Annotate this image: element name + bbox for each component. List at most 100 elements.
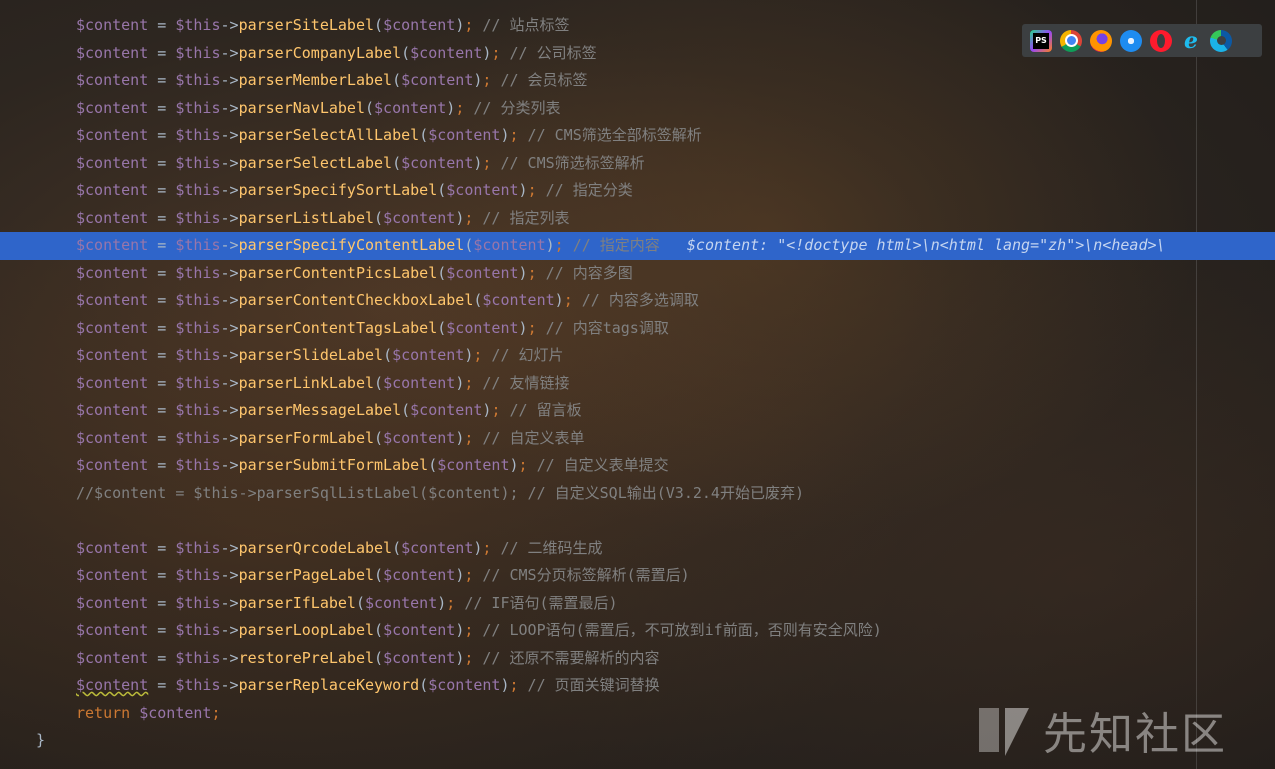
code-comment: // 二维码生成: [491, 538, 603, 557]
code-line[interactable]: $content = $this->parserFormLabel($conte…: [0, 425, 1275, 453]
method-call: parserSubmitFormLabel: [238, 456, 429, 474]
code-line[interactable]: $content = $this->parserMemberLabel($con…: [0, 67, 1275, 95]
code-line[interactable]: $content = $this->parserListLabel($conte…: [0, 205, 1275, 233]
code-comment: // 内容多图: [536, 263, 633, 282]
code-line[interactable]: [0, 507, 1275, 535]
this-token: $this: [175, 566, 221, 584]
xianzhi-logo-icon: [979, 708, 1029, 756]
opera-icon[interactable]: [1150, 29, 1172, 52]
code-comment: // 内容tags调取: [536, 318, 669, 337]
this-token: $this: [175, 593, 221, 612]
this-token: $this: [175, 648, 221, 667]
variable-token: $content: [76, 126, 149, 144]
this-token: $this: [175, 181, 221, 199]
debug-inline-value: $content: "<!doctype html>\n<html lang="…: [659, 236, 1166, 254]
method-call: parserMessageLabel: [238, 401, 402, 419]
this-token: $this: [175, 236, 221, 254]
code-line[interactable]: $content = $this->parserSelectAllLabel($…: [0, 122, 1275, 150]
code-line[interactable]: //$content = $this->parserSqlListLabel($…: [0, 480, 1275, 508]
edge-icon[interactable]: [1210, 29, 1232, 52]
variable-token: $content: [76, 98, 149, 117]
this-token: $this: [175, 401, 221, 419]
code-comment: // 页面关键词替换: [518, 676, 660, 694]
code-line[interactable]: $content = $this->parserNavLabel($conten…: [0, 95, 1275, 123]
this-token: $this: [175, 676, 221, 694]
code-line[interactable]: $content = $this->parserPageLabel($conte…: [0, 562, 1275, 590]
variable-token: $content: [76, 181, 149, 199]
firefox-icon[interactable]: [1090, 29, 1112, 52]
code-comment: // 内容多选调取: [572, 291, 699, 309]
code-line[interactable]: $content = $this->parserMessageLabel($co…: [0, 397, 1275, 425]
ie-icon[interactable]: e: [1180, 28, 1202, 54]
phpstorm-icon[interactable]: PS: [1030, 29, 1052, 52]
method-call: parserContentCheckboxLabel: [238, 291, 474, 309]
variable-token: $content: [76, 373, 149, 392]
code-comment: // 指定分类: [536, 181, 633, 199]
argument-token: $content: [401, 538, 474, 557]
variable-token: $content: [76, 538, 149, 557]
argument-token: $content: [383, 566, 456, 584]
argument-token: $content: [446, 318, 519, 337]
argument-token: $content: [401, 153, 474, 172]
variable-token: $content: [76, 263, 149, 282]
chrome-icon[interactable]: [1060, 29, 1082, 52]
argument-token: $content: [446, 263, 519, 282]
code-editor[interactable]: $content = $this->parserSiteLabel($conte…: [0, 12, 1275, 755]
variable-token: $content: [76, 236, 149, 254]
code-comment: // 自定义表单提交: [527, 456, 669, 474]
open-in-browser-toolbar: PS e: [1022, 24, 1262, 57]
variable-token: $content: [76, 153, 149, 172]
code-line[interactable]: $content = $this->parserIfLabel($content…: [0, 590, 1275, 618]
variable-token: $content: [76, 621, 149, 639]
code-line[interactable]: $content = $this->parserContentPicsLabel…: [0, 260, 1275, 288]
method-call: parserSiteLabel: [238, 16, 375, 34]
code-line[interactable]: $content = $this->parserSlideLabel($cont…: [0, 342, 1275, 370]
argument-token: $content: [410, 401, 483, 419]
this-token: $this: [175, 71, 221, 89]
code-comment: // 友情链接: [473, 373, 570, 392]
this-token: $this: [175, 43, 221, 62]
variable-token: $content: [76, 428, 149, 447]
variable-token: $content: [76, 208, 149, 227]
argument-token: $content: [482, 291, 555, 309]
code-line[interactable]: $content = $this->parserSelectLabel($con…: [0, 150, 1275, 178]
method-call: parserQrcodeLabel: [238, 538, 393, 557]
code-line[interactable]: $content = $this->parserSubmitFormLabel(…: [0, 452, 1275, 480]
this-token: $this: [175, 538, 221, 557]
this-token: $this: [175, 373, 221, 392]
code-comment: // 公司标签: [500, 43, 597, 62]
return-keyword: return: [76, 703, 131, 722]
method-call: parserSpecifySortLabel: [238, 181, 438, 199]
code-comment: // LOOP语句(需置后，不可放到if前面，否则有安全风险): [473, 621, 882, 639]
variable-token: $content: [76, 676, 149, 694]
variable-token: $content: [76, 593, 149, 612]
method-call: parserSlideLabel: [238, 346, 384, 364]
code-comment: // 还原不需要解析的内容: [473, 648, 660, 667]
code-line[interactable]: $content = $this->parserSpecifyContentLa…: [0, 232, 1275, 260]
this-token: $this: [175, 428, 221, 447]
this-token: $this: [175, 291, 221, 309]
method-call: parserCompanyLabel: [238, 43, 402, 62]
variable-token: $content: [76, 346, 149, 364]
code-line[interactable]: $content = $this->parserLoopLabel($conte…: [0, 617, 1275, 645]
code-line[interactable]: $content = $this->parserReplaceKeyword($…: [0, 672, 1275, 700]
variable-token: $content: [76, 291, 149, 309]
code-line[interactable]: $content = $this->parserSpecifySortLabel…: [0, 177, 1275, 205]
method-call: parserSelectAllLabel: [238, 126, 420, 144]
code-line[interactable]: $content = $this->parserQrcodeLabel($con…: [0, 535, 1275, 563]
code-comment: // IF语句(需置最后): [455, 593, 618, 612]
code-comment: // 留言板: [500, 401, 582, 419]
code-line[interactable]: $content = $this->parserContentTagsLabel…: [0, 315, 1275, 343]
variable-token: $content: [139, 703, 212, 722]
this-token: $this: [175, 16, 221, 34]
this-token: $this: [175, 98, 221, 117]
code-line[interactable]: $content = $this->parserContentCheckboxL…: [0, 287, 1275, 315]
code-line[interactable]: $content = $this->parserLinkLabel($conte…: [0, 370, 1275, 398]
this-token: $this: [175, 456, 221, 474]
safari-icon[interactable]: [1120, 29, 1142, 52]
argument-token: $content: [473, 236, 546, 254]
code-line[interactable]: $content = $this->restorePreLabel($conte…: [0, 645, 1275, 673]
variable-token: $content: [76, 43, 149, 62]
this-token: $this: [175, 346, 221, 364]
code-comment: // 站点标签: [473, 16, 570, 34]
